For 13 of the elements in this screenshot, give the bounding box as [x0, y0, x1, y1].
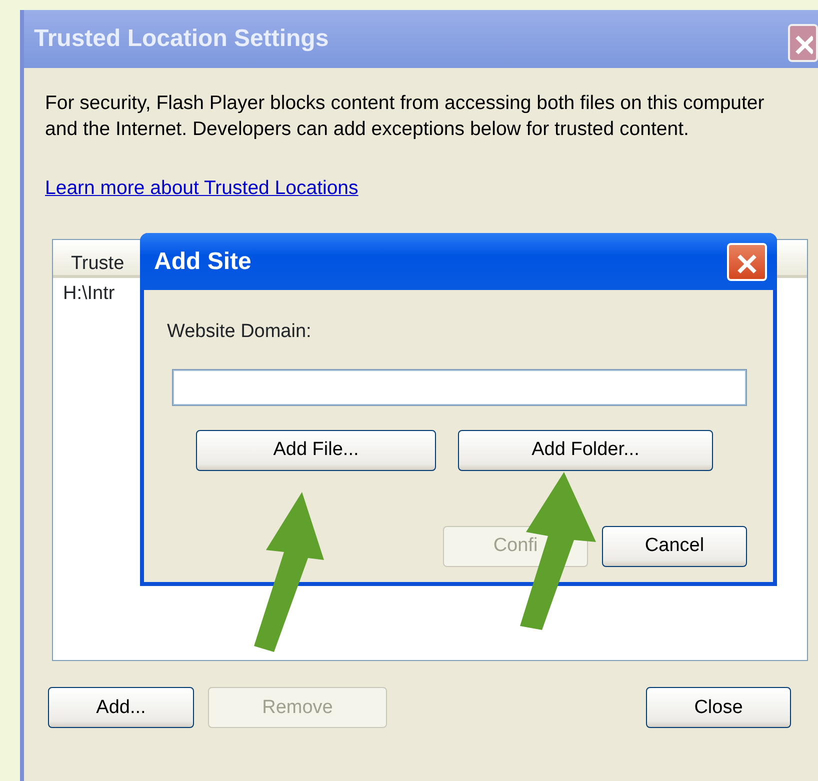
dialog-button[interactable]: Cancel	[602, 526, 747, 566]
learn-more-link[interactable]: Learn more about Trusted Locations	[45, 174, 358, 204]
description-text: For security, Flash Player blocks content from accessing both files on this computer and the Internet. Developers can add exceptions below for trusted content.	[45, 91, 766, 142]
browse-button[interactable]: Add File...	[196, 430, 436, 470]
domain-field[interactable]	[172, 368, 747, 406]
window-title: Trusted Location Settings	[24, 10, 818, 68]
close-button[interactable]	[788, 24, 818, 62]
dialog-title: Add Site	[140, 233, 777, 290]
browse-button[interactable]: Add Folder...	[458, 430, 713, 470]
dialog-button[interactable]: Close	[646, 687, 791, 728]
field-label: Website Domain:	[167, 320, 312, 344]
close-icon	[735, 252, 759, 276]
dialog-button[interactable]: Add...	[48, 687, 194, 728]
